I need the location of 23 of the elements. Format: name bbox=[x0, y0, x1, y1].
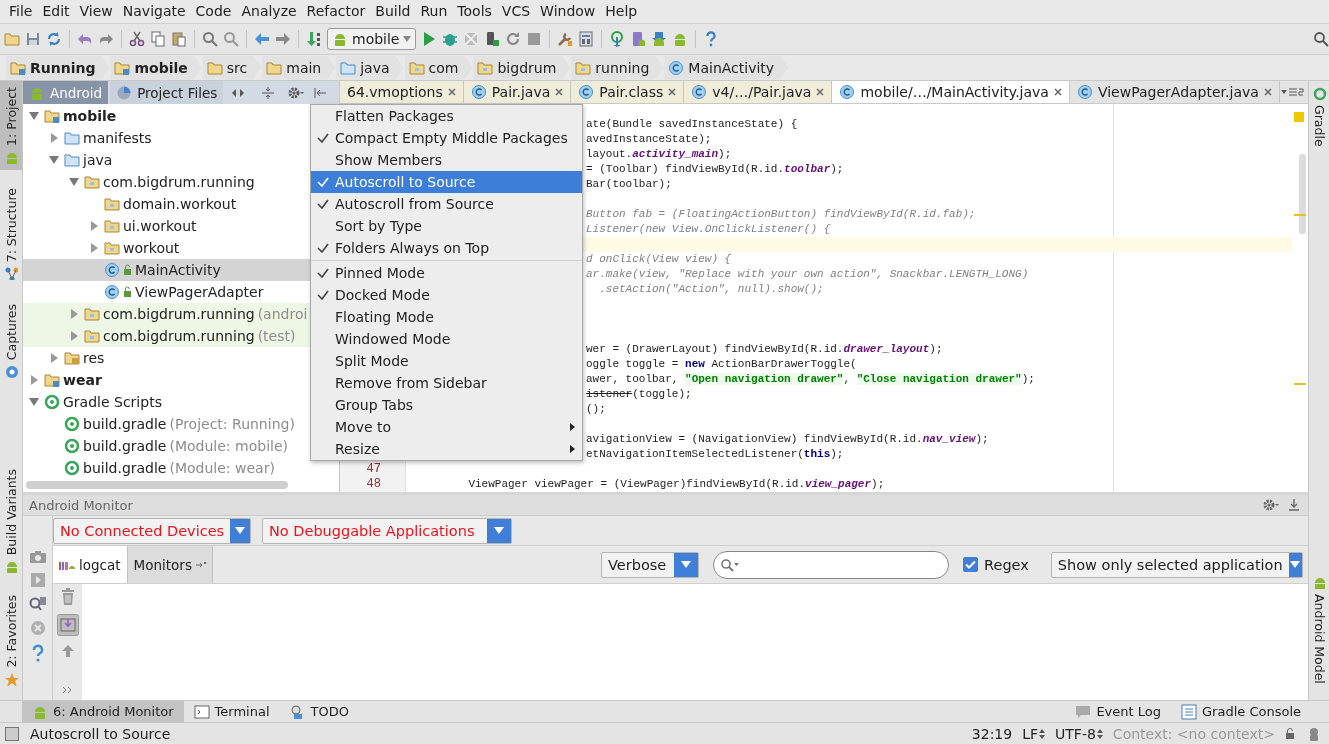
line-number: 47 bbox=[365, 462, 382, 477]
code-line: (); bbox=[586, 402, 606, 417]
code-line: etNavigationItemSelectedListener(this); bbox=[586, 447, 844, 462]
context-label: Context: <no context> bbox=[1112, 725, 1275, 742]
status-message: Autoscroll to Source bbox=[30, 725, 171, 742]
code-line: ate(Bundle savedInstanceState) { bbox=[586, 117, 798, 132]
code-line: Bar(toolbar); bbox=[586, 177, 672, 192]
code-line: awer, toolbar, "Open navigation drawer", "Close navigation drawer"); bbox=[586, 372, 1035, 387]
code-line: wer = (DrawerLayout) findViewById(R.id.drawer_layout); bbox=[586, 342, 943, 357]
code-line: Button fab = (FloatingActionButton) findViewById(R.id.fab); bbox=[586, 207, 976, 222]
code-line: .setAction("Action", null).show(); bbox=[598, 282, 824, 297]
code-line: Listener(new View.OnClickListener() { bbox=[586, 222, 831, 237]
code-line: layout.activity_main); bbox=[586, 147, 732, 162]
code-line: avigationView = (NavigationView) findViewById(R.id.nav_view); bbox=[586, 432, 989, 447]
code-line: istener(toggle); bbox=[586, 387, 692, 402]
code-line: oggle toggle = new ActionBarDrawerToggle( bbox=[586, 357, 857, 372]
code-line: ViewPager viewPager = (ViewPager)findViewById(R.id.view_pager); bbox=[467, 477, 885, 492]
code-line: ar.make(view, "Replace with your own action", Snackbar.LENGTH_LONG) bbox=[586, 267, 1029, 282]
panel-title: Android Monitor bbox=[29, 497, 133, 513]
code-line: d onClick(View view) { bbox=[586, 252, 732, 267]
code-line: avedInstanceState); bbox=[586, 132, 712, 147]
line-number: 48 bbox=[365, 477, 382, 492]
code-line: = (Toolbar) findViewById(R.id.toolbar); bbox=[586, 162, 844, 177]
